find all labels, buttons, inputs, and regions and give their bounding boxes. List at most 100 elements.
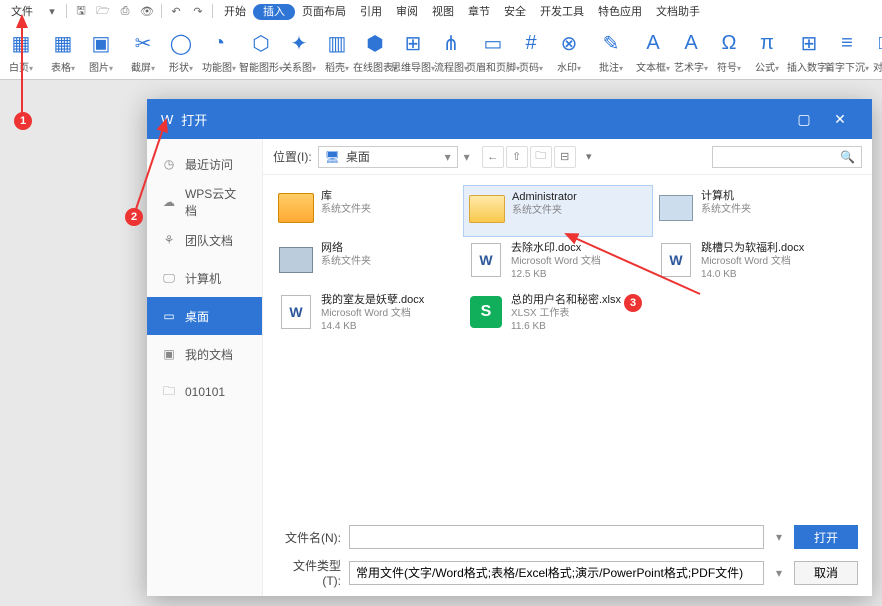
ribbon-label: 关系图▾ (282, 59, 316, 74)
sidebar-item-label: 桌面 (185, 308, 209, 325)
chevron-down-icon[interactable]: ▾ (578, 146, 600, 168)
ribbon-label: 文本框▾ (636, 59, 670, 74)
sidebar-item-最近访问[interactable]: ◷ 最近访问 (147, 145, 262, 183)
cancel-button[interactable]: 取消 (794, 561, 858, 585)
ribbon-流程图[interactable]: ⋔流程图▾ (432, 29, 470, 74)
ribbon: ▦白页▾▦表格▾▣图片▾✂截屏▾◯形状▾◔功能图▾⬡智能图形▾✦关系图▾▥稻壳▾… (0, 22, 882, 80)
ribbon-艺术字[interactable]: A艺术字▾ (672, 29, 710, 74)
ribbon-icon: ⋔ (443, 29, 460, 59)
back-button[interactable]: ← (482, 146, 504, 168)
new-folder-button[interactable]: 🗀 (530, 146, 552, 168)
file-icon: W (277, 293, 315, 331)
file-menu[interactable]: 文件 (4, 2, 40, 20)
ribbon-公式[interactable]: π公式▾ (748, 29, 786, 74)
chevron-down-icon[interactable]: ▾ (464, 150, 470, 164)
close-button[interactable]: ✕ (822, 99, 858, 139)
ribbon-功能图[interactable]: ◔功能图▾ (200, 29, 238, 74)
ribbon-在线图表[interactable]: ⬢在线图表▾ (356, 29, 394, 74)
ribbon-文本框[interactable]: A文本框▾ (634, 29, 672, 74)
ribbon-label: 功能图▾ (202, 59, 236, 74)
chevron-down-icon[interactable]: ▾ (776, 566, 782, 580)
dialog-footer: 文件名(N): ▾ 打开 文件类型(T): ▾ 取消 (263, 517, 872, 596)
ribbon-水印[interactable]: ⊗水印▾ (550, 29, 588, 74)
sidebar-item-团队文档[interactable]: ⚘团队文档 (147, 221, 262, 259)
save-icon[interactable]: 🖫 (72, 2, 90, 20)
maximize-button[interactable]: ▢ (786, 99, 822, 139)
file-item[interactable]: 网络系统文件夹 (273, 237, 463, 289)
file-item[interactable]: W跳槽只为软福利.docxMicrosoft Word 文档14.0 KB (653, 237, 843, 289)
file-item[interactable]: W去除水印.docxMicrosoft Word 文档12.5 KB (463, 237, 653, 289)
ribbon-思维导图[interactable]: ⊞思维导图▾ (394, 29, 432, 74)
redo-icon[interactable]: ↷ (189, 2, 207, 20)
ribbon-对象[interactable]: □对象▾ (866, 29, 882, 74)
tab-特色应用[interactable]: 特色应用 (591, 5, 649, 19)
file-item[interactable]: W我的室友是妖孽.docxMicrosoft Word 文档14.4 KB (273, 289, 463, 341)
tab-审阅[interactable]: 审阅 (389, 5, 425, 19)
sidebar-item-计算机[interactable]: 🖵计算机 (147, 259, 262, 297)
ribbon-形状[interactable]: ◯形状▾ (162, 29, 200, 74)
tab-页面布局[interactable]: 页面布局 (295, 5, 353, 19)
location-dropdown[interactable]: 🖥 桌面 ▾ (318, 146, 458, 168)
ribbon-截屏[interactable]: ✂截屏▾ (124, 29, 162, 74)
ribbon-页码[interactable]: #页码▾ (512, 29, 550, 74)
tab-开始[interactable]: 开始 (217, 5, 253, 19)
ribbon-label: 截屏▾ (131, 59, 155, 74)
file-item[interactable]: 计算机系统文件夹 (653, 185, 843, 237)
sidebar-item-label: WPS云文档 (185, 185, 248, 219)
chevron-down-icon[interactable]: ▾ (43, 2, 61, 20)
search-input[interactable]: 🔍 (712, 146, 862, 168)
ribbon-插入数字[interactable]: ⊞插入数字▾ (790, 29, 828, 74)
ribbon-页眉和页脚[interactable]: ▭页眉和页脚▾ (474, 29, 512, 74)
ribbon-label: 批注▾ (599, 59, 623, 74)
tab-安全[interactable]: 安全 (497, 5, 533, 19)
ribbon-符号[interactable]: Ω符号▾ (710, 29, 748, 74)
file-subtitle: 系统文件夹 (321, 255, 371, 268)
view-button[interactable]: ⊟ (554, 146, 576, 168)
ribbon-批注[interactable]: ✎批注▾ (592, 29, 630, 74)
sidebar-item-WPS云文档[interactable]: ☁WPS云文档 (147, 183, 262, 221)
tab-文档助手[interactable]: 文档助手 (649, 5, 707, 19)
file-item[interactable]: Administrator系统文件夹 (463, 185, 653, 237)
sidebar-item-我的文档[interactable]: ▣我的文档 (147, 335, 262, 373)
chevron-down-icon[interactable]: ▾ (776, 530, 782, 544)
filename-input[interactable] (349, 525, 764, 549)
up-button[interactable]: ⇧ (506, 146, 528, 168)
ribbon-智能图形[interactable]: ⬡智能图形▾ (242, 29, 280, 74)
tab-开发工具[interactable]: 开发工具 (533, 5, 591, 19)
separator (66, 4, 67, 18)
file-size: 12.5 KB (511, 268, 601, 281)
tab-插入[interactable]: 插入 (253, 4, 295, 20)
ribbon-关系图[interactable]: ✦关系图▾ (280, 29, 318, 74)
file-icon (277, 241, 315, 279)
location-bar: 位置(I): 🖥 桌面 ▾ ▾ ← ⇧ 🗀 ⊟ ▾ 🔍 (263, 139, 872, 175)
file-name: 计算机 (701, 189, 751, 203)
file-grid[interactable]: 库系统文件夹Administrator系统文件夹计算机系统文件夹网络系统文件夹W… (263, 175, 872, 517)
sidebar-item-010101[interactable]: 🗀010101 (147, 373, 262, 411)
file-icon (468, 190, 506, 228)
file-icon: S (467, 293, 505, 331)
filetype-input[interactable] (349, 561, 764, 585)
preview-icon[interactable]: 👁 (138, 2, 156, 20)
ribbon-label: 形状▾ (169, 59, 193, 74)
main-panel: 位置(I): 🖥 桌面 ▾ ▾ ← ⇧ 🗀 ⊟ ▾ 🔍 库系统文件夹Admini… (263, 139, 872, 596)
tab-视图[interactable]: 视图 (425, 5, 461, 19)
file-item[interactable]: 库系统文件夹 (273, 185, 463, 237)
tab-章节[interactable]: 章节 (461, 5, 497, 19)
file-item[interactable]: S总的用户名和秘密.xlsxXLSX 工作表11.6 KB (463, 289, 653, 341)
undo-icon[interactable]: ↶ (167, 2, 185, 20)
ribbon-表格[interactable]: ▦表格▾ (44, 29, 82, 74)
file-size: 11.6 KB (511, 320, 621, 333)
ribbon-白页[interactable]: ▦白页▾ (2, 29, 40, 74)
sidebar-item-桌面[interactable]: ▭桌面 (147, 297, 262, 335)
sidebar-item-label: 最近访问 (185, 156, 233, 173)
ribbon-图片[interactable]: ▣图片▾ (82, 29, 120, 74)
filetype-label: 文件类型(T): (277, 557, 341, 588)
print-icon[interactable]: ⎙ (116, 2, 134, 20)
sidebar-icon: ◷ (161, 156, 177, 172)
open-icon[interactable]: 🗁 (94, 2, 112, 20)
tab-引用[interactable]: 引用 (353, 5, 389, 19)
open-button[interactable]: 打开 (794, 525, 858, 549)
ribbon-首字下沉[interactable]: ≡首字下沉▾ (828, 29, 866, 74)
ribbon-icon: ✂ (135, 29, 152, 59)
ribbon-稻壳[interactable]: ▥稻壳▾ (318, 29, 356, 74)
